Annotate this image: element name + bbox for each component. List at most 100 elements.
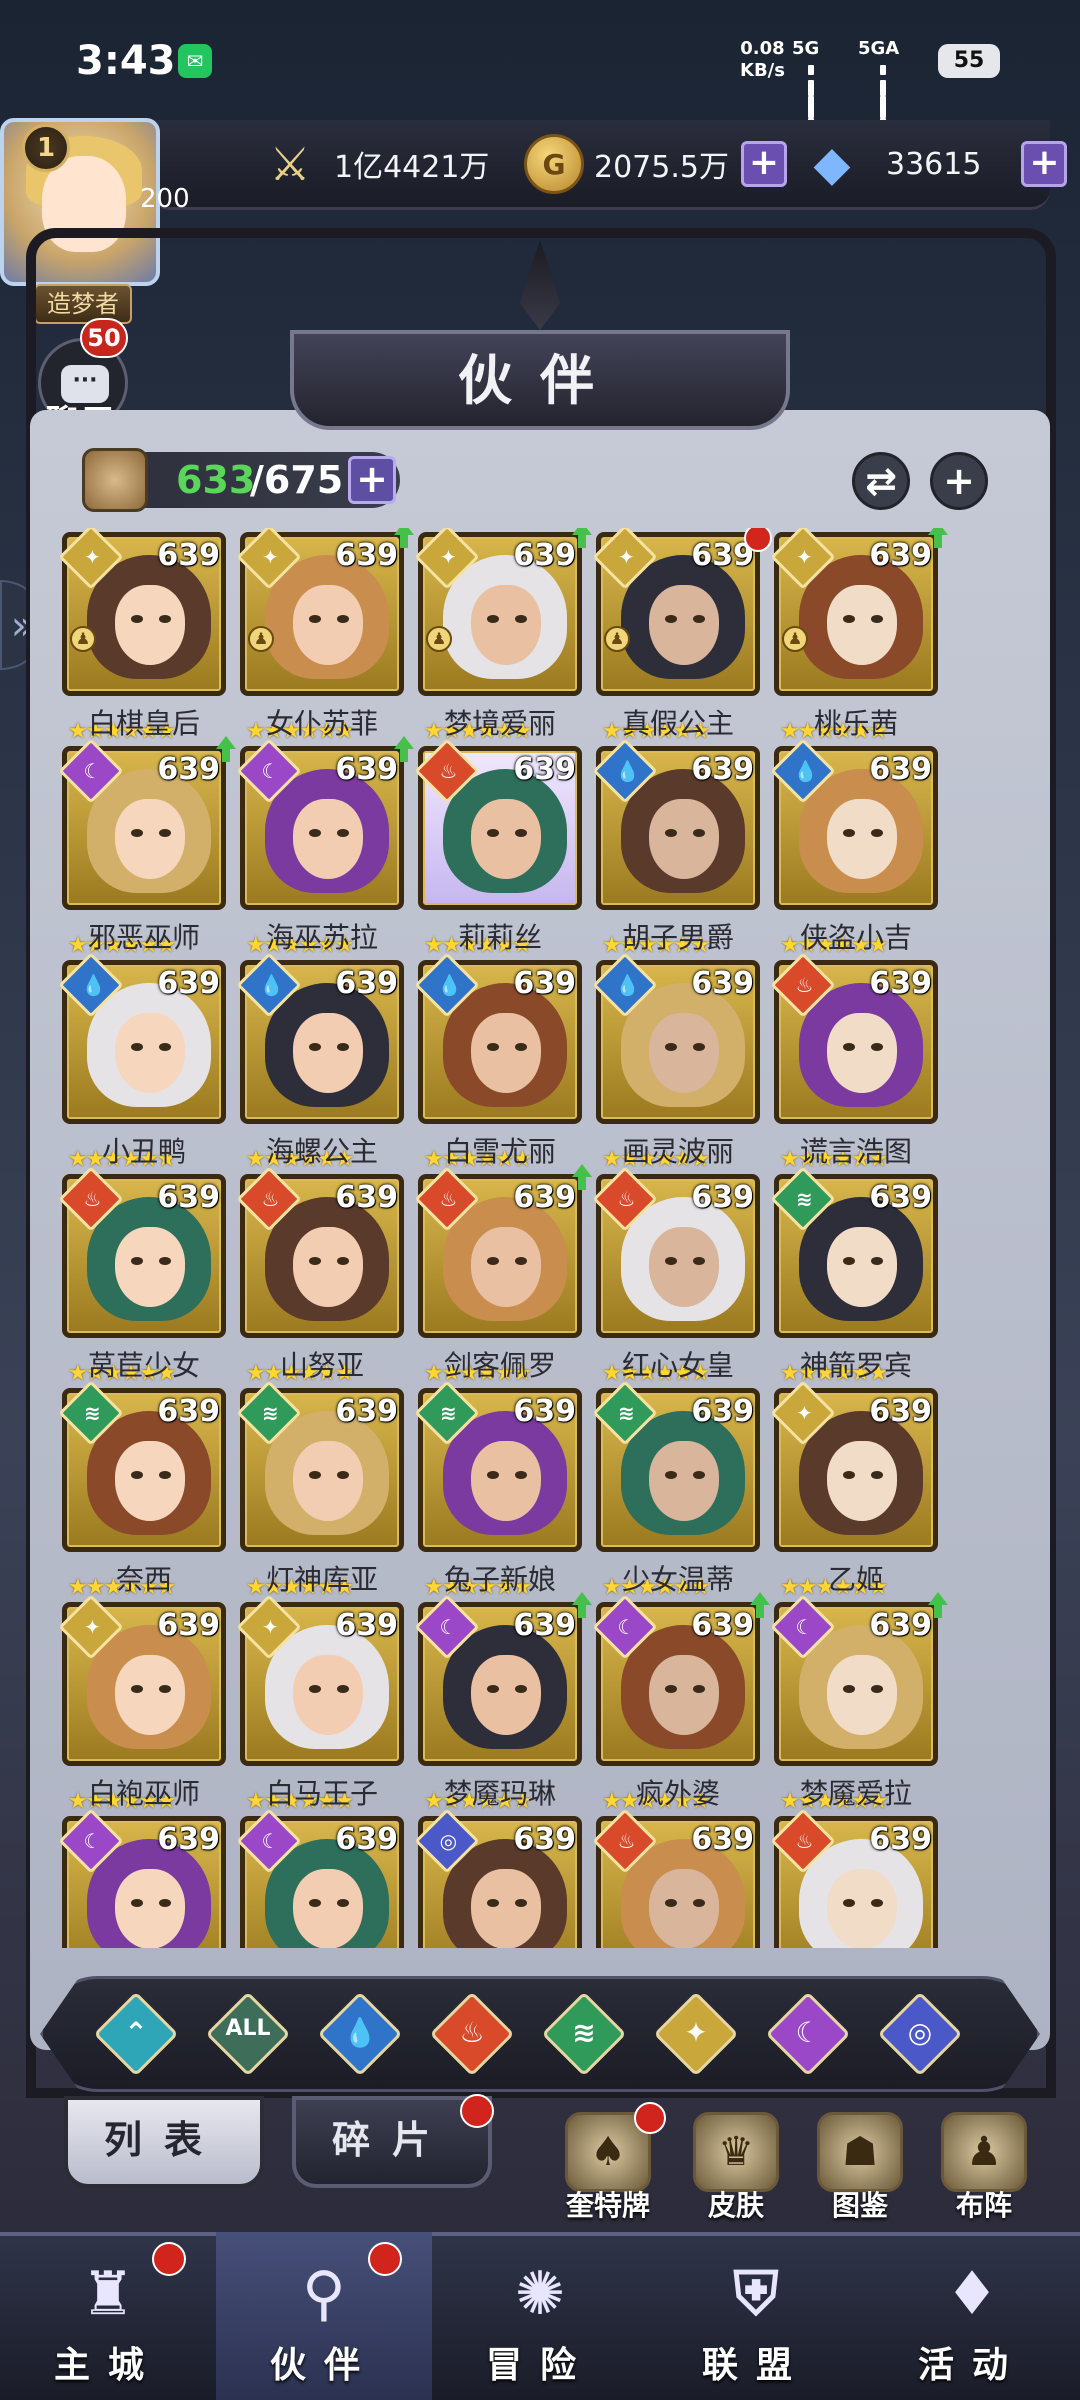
add-gold-button[interactable]: +	[740, 141, 787, 187]
hero-card[interactable]: ✦ 639 ★★★★★★ 白马王子	[236, 1594, 408, 1816]
swap-button[interactable]: ⇄	[852, 452, 910, 510]
hero-card[interactable]: ♨639★★★★★★	[592, 1808, 764, 1948]
hero-name: 梦魇玛琳	[443, 1777, 556, 1810]
hero-name: 谎言浩图	[799, 1135, 912, 1168]
hero-name: 梦境爱丽	[443, 707, 556, 740]
gold-coin-icon: G	[524, 134, 584, 194]
hero-level: 639	[869, 1180, 932, 1215]
hero-card[interactable]: ☾639★★★★★★	[58, 1808, 230, 1948]
add-gems-button[interactable]: +	[1021, 141, 1068, 187]
hero-card[interactable]: 💧 639 ★★★★★★ 白雪尤丽	[414, 952, 586, 1174]
gold-resource: G 2075.5万 +	[524, 134, 787, 194]
hero-card[interactable]: ☾ 639 ★★★★★★ 海巫苏拉	[236, 736, 414, 960]
hero-card[interactable]: ♨ 639 ★★★★★★ 谎言浩图	[770, 952, 942, 1174]
hero-level: 639	[691, 1822, 754, 1857]
hero-card[interactable]: ☾ 639 ★★★★★★ 梦魇爱拉	[770, 1592, 948, 1816]
hero-card[interactable]: ✦ 639 ★★★★★★ 乙姬	[770, 1380, 942, 1602]
hero-level: 639	[335, 1822, 398, 1857]
hero-card[interactable]: ☾ 639 ★★★★★★ 疯外婆	[592, 1592, 770, 1816]
shield-icon: ⛨	[733, 2259, 779, 2329]
filter-water[interactable]: 💧	[317, 1991, 403, 2077]
filter-cosmic[interactable]: ◎	[877, 1991, 963, 2077]
hero-card[interactable]: ✦ 639 ♟ ★★★★★★ 白棋皇后	[58, 528, 230, 746]
hero-name: 灯神库亚	[265, 1563, 378, 1596]
filter-wind[interactable]: ≋	[541, 1991, 627, 2077]
hero-card[interactable]: ≋ 639 ★★★★★★ 神箭罗宾	[770, 1166, 942, 1388]
tab-list[interactable]: 列表	[64, 2096, 264, 2188]
filter-all[interactable]: ALL	[205, 1991, 291, 2077]
witch-hat-icon: ⚲	[302, 2259, 346, 2329]
hero-level: 639	[157, 538, 220, 573]
filter-cyan[interactable]: ⌃	[93, 1991, 179, 2077]
hero-card[interactable]: ☾ 639 ★★★★★★ 邪恶巫师	[58, 736, 236, 960]
hero-name: 莉莉丝	[457, 921, 542, 954]
formation-button[interactable]: ♟ 布阵	[924, 2112, 1044, 2230]
hero-level: 639	[335, 1608, 398, 1643]
nav-adventure[interactable]: ✺ 冒险	[432, 2232, 648, 2400]
hero-card[interactable]: ✦ 639 ♟ ★★★★★★ 女仆苏菲	[236, 528, 414, 746]
partners-notification-dot	[368, 2242, 402, 2276]
hero-card[interactable]: ♨ 639 ★★★★★★ 莴苣少女	[58, 1166, 230, 1388]
hero-card[interactable]: 💧 639 ★★★★★★ 侠盗小吉	[770, 738, 942, 960]
skins-button[interactable]: ♛ 皮肤	[676, 2112, 796, 2230]
hero-level: 639	[691, 1394, 754, 1429]
hero-level: 639	[157, 966, 220, 1001]
gem-value: 33615	[886, 146, 982, 182]
expand-capacity-button[interactable]: +	[348, 456, 396, 504]
hero-name: 白马王子	[265, 1777, 378, 1810]
hero-name: 桃乐茜	[813, 707, 898, 740]
hero-name: 乙姬	[827, 1563, 884, 1596]
gold-value: 2075.5万	[594, 150, 729, 185]
hero-level: 639	[513, 1608, 576, 1643]
hero-name: 胡子男爵	[621, 921, 734, 954]
hero-level: 639	[869, 966, 932, 1001]
hero-level: 639	[869, 1394, 932, 1429]
hero-card[interactable]: ✦ 639 ★★★★★★ 白袍巫师	[58, 1594, 230, 1816]
hero-card[interactable]: 💧 639 ★★★★★★ 海螺公主	[236, 952, 408, 1174]
hero-card[interactable]: ✦ 639 ♟ ★★★★★★ 桃乐茜	[770, 528, 948, 746]
hero-level: 639	[691, 1180, 754, 1215]
skin-icon: ♛	[693, 2112, 779, 2192]
hero-name: 神箭罗宾	[799, 1349, 912, 1382]
hero-card[interactable]: ≋ 639 ★★★★★★ 少女温蒂	[592, 1380, 764, 1602]
hero-card[interactable]: ≋ 639 ★★★★★★ 奈西	[58, 1380, 230, 1602]
hero-name: 真假公主	[621, 707, 734, 740]
hero-card[interactable]: 💧 639 ★★★★★★ 画灵波丽	[592, 952, 764, 1174]
hero-card[interactable]: ♨ 639 ★★★★★★ 红心女皇	[592, 1166, 764, 1388]
heroes-icon	[82, 448, 148, 512]
hero-card[interactable]: ♨ 639 ★★★★★★ 莉莉丝	[414, 738, 586, 960]
page-title: 伙伴	[290, 330, 790, 430]
main-city-notification-dot	[152, 2242, 186, 2276]
player-level-badge: 1	[22, 124, 70, 172]
hero-card[interactable]: ☾ 639 ★★★★★★ 梦魇玛琳	[414, 1592, 592, 1816]
hero-card[interactable]: ✦ 639 ♟ ★★★★★★ 真假公主	[592, 528, 772, 746]
hero-card[interactable]: ◎639★★★★★★	[414, 1808, 586, 1948]
filter-dark[interactable]: ☾	[765, 1991, 851, 2077]
hero-card[interactable]: ✦ 639 ♟ ★★★★★★ 梦境爱丽	[414, 528, 592, 746]
codex-button[interactable]: ☗ 图鉴	[800, 2112, 920, 2230]
hero-card[interactable]: ≋ 639 ★★★★★★ 灯神库亚	[236, 1380, 408, 1602]
swap-arrows-icon: ⇄	[865, 459, 897, 503]
hero-card[interactable]: ♨ 639 ★★★★★★ 剑客佩罗	[414, 1164, 592, 1388]
add-button[interactable]: +	[930, 452, 988, 510]
hero-level: 639	[869, 1822, 932, 1857]
hero-card[interactable]: 💧 639 ★★★★★★ 小丑鸭	[58, 952, 230, 1174]
power-value: 1亿4421万	[334, 150, 490, 185]
hero-level: 639	[157, 752, 220, 787]
network-speed: 0.08 KB/s	[740, 38, 785, 81]
hero-name: 兔子新娘	[443, 1563, 556, 1596]
hero-card[interactable]: ≋ 639 ★★★★★★ 兔子新娘	[414, 1380, 586, 1602]
hero-level: 639	[691, 752, 754, 787]
avatar-value: 200	[140, 184, 190, 214]
filter-light[interactable]: ✦	[653, 1991, 739, 2077]
hero-name: 剑客佩罗	[443, 1349, 556, 1382]
hero-card[interactable]: ♨639★★★★★★	[770, 1808, 942, 1948]
hero-card[interactable]: ♨ 639 ★★★★★★ 山努亚	[236, 1166, 408, 1388]
filter-fire[interactable]: ♨	[429, 1991, 515, 2077]
hero-card[interactable]: 💧 639 ★★★★★★ 胡子男爵	[592, 738, 764, 960]
cards-notification-dot	[634, 2102, 666, 2134]
nav-alliance[interactable]: ⛨ 联盟	[648, 2232, 864, 2400]
nav-events[interactable]: ♦ 活动	[864, 2232, 1080, 2400]
hero-card[interactable]: ☾639★★★★★★	[236, 1808, 408, 1948]
gem-resource: ◆ 33615 +	[802, 134, 1068, 194]
